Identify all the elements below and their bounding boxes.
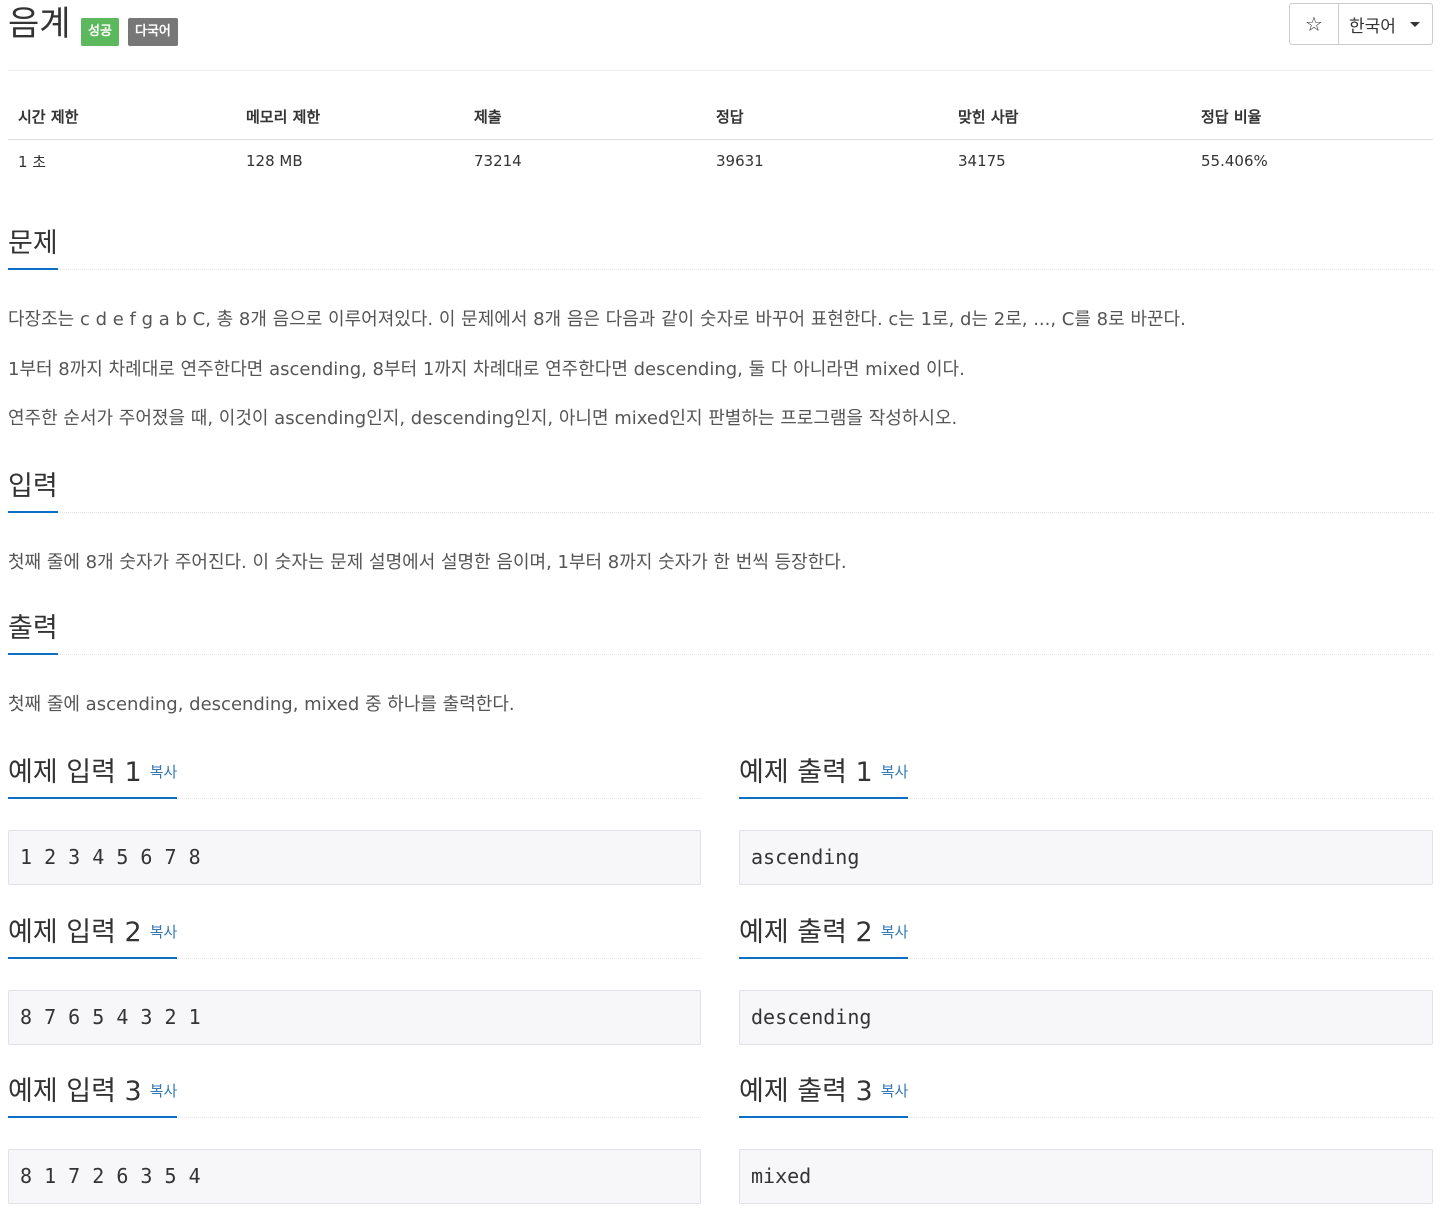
problem-info-table: 시간 제한 메모리 제한 제출 정답 맞힌 사람 정답 비율 1 초 128 M… [8,94,1433,183]
value-time-limit: 1 초 [18,152,47,171]
header-solved-users: 맞힌 사람 [948,94,1191,140]
star-button[interactable]: ☆ [1290,4,1339,44]
output-section-heading: 출력 [8,609,1433,655]
value-submissions[interactable]: 73214 [464,139,706,183]
copy-link[interactable]: 복사 [150,763,178,781]
problem-section-heading: 문제 [8,224,1433,270]
header-accepted: 정답 [706,94,948,140]
sample-input-box[interactable]: 8 1 7 2 6 3 5 4 [8,1149,701,1204]
header-memory-limit: 메모리 제한 [236,94,464,140]
sample-output-heading: 예제 출력 2 복사 [739,913,1433,959]
problem-header: 음계 성공 다국어 ☆ 한국어 [8,0,1433,71]
copy-link[interactable]: 복사 [881,1082,909,1100]
input-heading: 입력 [8,467,58,513]
sample-input-title: 예제 입력 1 복사 [8,753,178,799]
sample-output-title: 예제 출력 3 복사 [739,1072,909,1118]
header-accept-ratio: 정답 비율 [1191,94,1433,140]
star-icon: ☆ [1305,12,1323,36]
input-description: 첫째 줄에 8개 숫자가 주어진다. 이 숫자는 문제 설명에서 설명한 음이며… [8,552,847,573]
value-accept-ratio: 55.406% [1201,152,1268,171]
sample-input-title: 예제 입력 2 복사 [8,913,178,959]
sample-output-heading: 예제 출력 3 복사 [739,1072,1433,1118]
sample-output-box[interactable]: ascending [739,830,1433,885]
copy-link[interactable]: 복사 [150,923,178,941]
problem-heading: 문제 [8,224,58,270]
sample-output-title: 예제 출력 1 복사 [739,753,909,799]
sample-output-box[interactable]: descending [739,990,1433,1045]
header-time-limit: 시간 제한 [8,94,236,140]
sample-input-title: 예제 입력 3 복사 [8,1072,178,1118]
value-solved-users[interactable]: 34175 [948,139,1191,183]
copy-link[interactable]: 복사 [881,923,909,941]
problem-paragraph: 1부터 8까지 차례대로 연주한다면 ascending, 8부터 1까지 차례… [8,359,965,380]
value-accepted[interactable]: 39631 [706,139,948,183]
value-memory-limit: 128 MB [246,152,303,171]
sample-input-box[interactable]: 1 2 3 4 5 6 7 8 [8,830,701,885]
sample-input-heading: 예제 입력 2 복사 [8,913,701,959]
problem-title: 음계 [8,4,71,44]
copy-link[interactable]: 복사 [150,1082,178,1100]
output-heading: 출력 [8,609,58,655]
language-label: 한국어 [1349,16,1396,37]
output-description: 첫째 줄에 ascending, descending, mixed 중 하나를… [8,694,515,715]
sample-input-heading: 예제 입력 1 복사 [8,753,701,799]
sample-output-heading: 예제 출력 1 복사 [739,753,1433,799]
status-badge-success: 성공 [81,18,119,46]
problem-paragraph: 다장조는 c d e f g a b C, 총 8개 음으로 이루어져있다. 이… [8,309,1186,330]
sample-input-box[interactable]: 8 7 6 5 4 3 2 1 [8,990,701,1045]
language-dropdown[interactable]: 한국어 [1339,4,1432,44]
table-header-row: 시간 제한 메모리 제한 제출 정답 맞힌 사람 정답 비율 [8,94,1433,140]
header-submissions: 제출 [464,94,706,140]
status-badge-multilingual: 다국어 [128,18,178,46]
input-section-heading: 입력 [8,467,1433,513]
header-button-group: ☆ 한국어 [1289,3,1433,45]
sample-output-title: 예제 출력 2 복사 [739,913,909,959]
problem-paragraph: 연주한 순서가 주어졌을 때, 이것이 ascending인지, descend… [8,408,958,429]
sample-input-heading: 예제 입력 3 복사 [8,1072,701,1118]
copy-link[interactable]: 복사 [881,763,909,781]
sample-output-box[interactable]: mixed [739,1149,1433,1204]
caret-down-icon [1409,21,1420,27]
table-row: 1 초 128 MB 73214 39631 34175 55.406% [8,139,1433,183]
